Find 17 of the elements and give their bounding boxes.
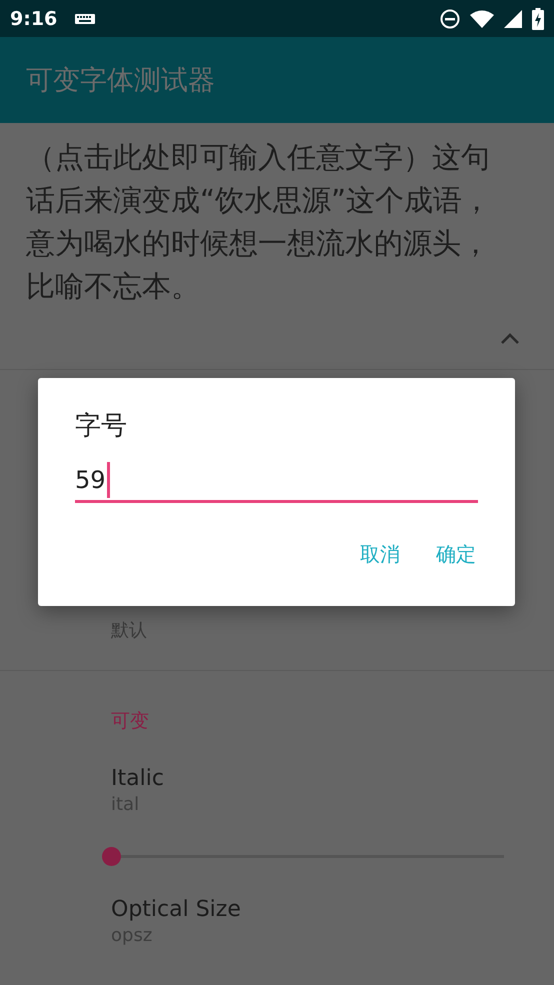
do-not-disturb-icon (440, 8, 460, 28)
app-title: 可变字体测试器 (26, 64, 215, 98)
cancel-button[interactable]: 取消 (348, 535, 412, 574)
section-header: 可变 (111, 709, 150, 733)
signal-icon (504, 10, 522, 28)
setting-title: Optical Size (111, 896, 242, 924)
input-field[interactable]: 59 (75, 460, 478, 503)
clock: 9:16 (10, 8, 58, 30)
battery-charging-icon (532, 8, 544, 30)
chevron-icon[interactable] (500, 332, 520, 344)
confirm-button[interactable]: 确定 (424, 535, 488, 574)
setting-title: Italic (111, 765, 165, 793)
wifi-icon (470, 10, 494, 28)
keyboard-icon (75, 12, 96, 24)
sample-text[interactable]: （点击此处即可输入任意文字）这句话后来演变成“饮水思源”这个成语，意为喝水的时候想一想流水的源头，比喻不忘本。 (0, 123, 554, 308)
slider-thumb[interactable] (102, 847, 121, 866)
dialog-title: 字号 (75, 410, 128, 443)
